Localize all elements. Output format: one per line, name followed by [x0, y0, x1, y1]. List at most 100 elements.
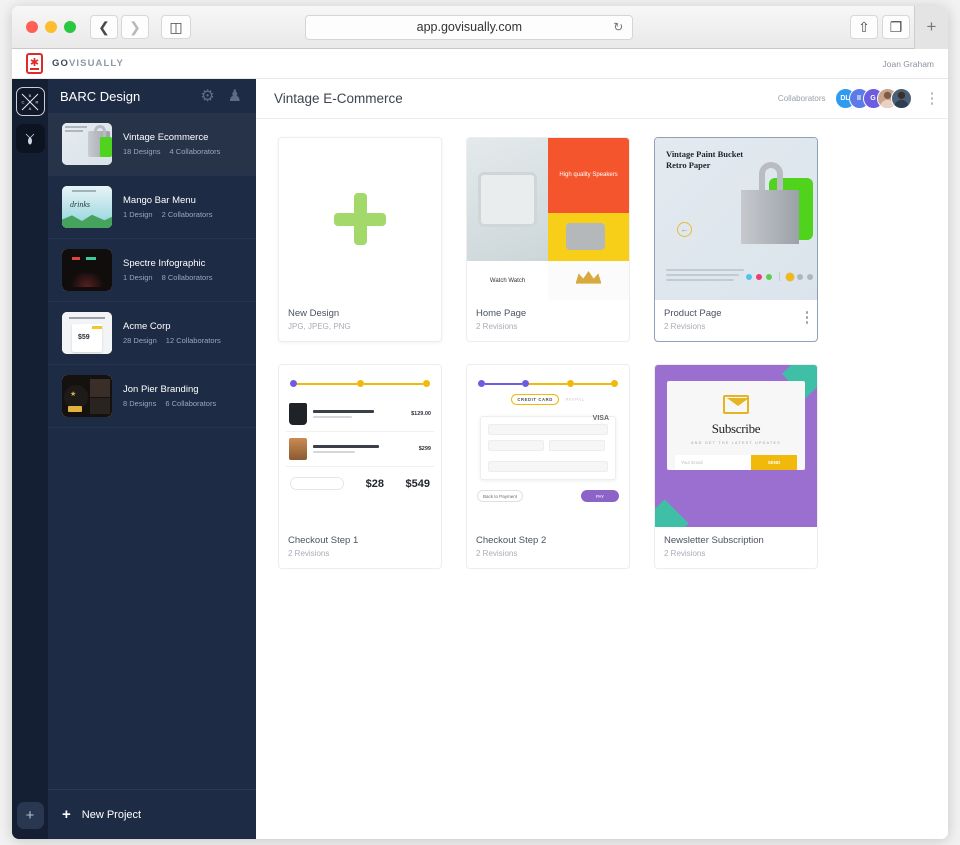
url-text: app.govisually.com [416, 20, 523, 34]
card-thumbnail[interactable]: Subscribe AND GET THE LATEST UPDATES You… [655, 365, 817, 527]
project-thumbnail: drinks [62, 186, 112, 228]
new-design-dropzone[interactable] [279, 138, 441, 300]
project-name: Mango Bar Menu [123, 195, 196, 206]
card-newsletter-subscription[interactable]: Subscribe AND GET THE LATEST UPDATES You… [654, 364, 818, 569]
card-title: Product Page [664, 308, 722, 319]
project-name: Acme Corp [123, 321, 171, 332]
project-thumbnail [62, 249, 112, 291]
project-stats: 28 Design 12 Collaborators [123, 336, 221, 345]
card-footer: Checkout Step 2 2 Revisions [467, 527, 629, 568]
forward-button[interactable]: ❯ [121, 15, 149, 39]
navigation-buttons: ❮ ❯ [90, 15, 149, 39]
project-meta: Spectre Infographic 1 Design 8 Collabora… [123, 258, 212, 282]
art-subscribe-sub: AND GET THE LATEST UPDATES [691, 441, 781, 445]
art-total-a: $28 [365, 478, 384, 490]
main-header: Vintage E-Commerce Collaborators DL II G [256, 79, 948, 119]
workspace-avatar-secondary[interactable] [15, 124, 45, 153]
art-email-input: Your Email [675, 455, 751, 470]
brand-wordmark: GOVISUALLY [52, 58, 124, 69]
collaborator-avatars[interactable]: DL II G [834, 88, 912, 109]
card-footer: Newsletter Subscription 2 Revisions [655, 527, 817, 568]
new-tab-button[interactable]: + [913, 6, 948, 49]
newsletter-artwork: Subscribe AND GET THE LATEST UPDATES You… [655, 365, 817, 527]
project-name: Spectre Infographic [123, 258, 206, 269]
project-thumbnail: ★ [62, 375, 112, 417]
art-line-item: $129.00 [286, 397, 434, 432]
person-icon[interactable]: ♟ [228, 86, 242, 106]
svg-text:B: B [29, 93, 32, 98]
art-checkout-stepper [290, 380, 430, 387]
project-list: Vintage Ecommerce 18 Designs 4 Collabora… [48, 113, 256, 789]
art-back-button: Back to Payment [477, 490, 523, 502]
project-collaborators-count: 12 Collaborators [165, 336, 221, 345]
project-name: Vintage Ecommerce [123, 132, 209, 143]
sidebar-item-jon-pier-branding[interactable]: ★ Jon Pier Branding 8 Designs 6 Collabor… [48, 365, 256, 428]
art-paint-bucket [727, 156, 813, 252]
back-button[interactable]: ❮ [90, 15, 118, 39]
card-thumbnail[interactable]: Vintage Paint Bucket Retro Paper ← [655, 138, 817, 300]
sidebar-toggle-icon[interactable]: ◫ [161, 15, 191, 39]
workspace-avatar-barc[interactable]: B R A C [15, 87, 45, 116]
kebab-menu-icon[interactable] [930, 92, 933, 105]
art-totals: $28 $549 [286, 467, 434, 490]
arrow-left-icon: ← [677, 222, 692, 237]
maximize-window-button[interactable] [64, 21, 76, 33]
project-designs-count: 8 Designs [123, 399, 157, 408]
card-checkout-step-1[interactable]: $129.00 $299 $28 $549 Checkout Step 1 2 … [278, 364, 442, 569]
project-sidebar: BARC Design ⚙ ♟ Vintage Ecommerce 18 Des… [48, 79, 256, 839]
art-color-swatches [745, 272, 813, 281]
project-collaborators-count: 6 Collaborators [165, 399, 217, 408]
art-bag-yellow [548, 212, 629, 262]
deer-emblem-icon [25, 133, 35, 144]
project-meta: Mango Bar Menu 1 Design 2 Collaborators [123, 195, 212, 219]
art-crown [548, 261, 629, 300]
tab-overview-icon[interactable]: ❐ [881, 15, 910, 39]
card-title: Checkout Step 1 [288, 535, 359, 546]
card-thumbnail[interactable]: High quality Speakers Watch Watch [467, 138, 629, 300]
card-footer: Home Page 2 Revisions [467, 300, 629, 341]
address-bar[interactable]: app.govisually.com ↻ [305, 14, 634, 40]
sidebar-item-spectre-infographic[interactable]: Spectre Infographic 1 Design 8 Collabora… [48, 239, 256, 302]
close-window-button[interactable] [26, 21, 38, 33]
card-title: New Design [288, 308, 340, 319]
add-workspace-button[interactable]: + [16, 802, 44, 829]
card-thumbnail[interactable]: CREDIT CARD PAYPAL VISA Back to Payment [467, 365, 629, 527]
card-title: Newsletter Subscription [664, 535, 764, 546]
project-meta: Jon Pier Branding 8 Designs 6 Collaborat… [123, 384, 216, 408]
art-credit-card-tab: CREDIT CARD [511, 394, 559, 405]
project-thumbnail: $59 [62, 312, 112, 354]
browser-chrome: ❮ ❯ ◫ app.govisually.com ↻ ⇧ ❐ + [12, 6, 948, 49]
sidebar-item-acme-corp[interactable]: $59 Acme Corp 28 Design 12 Collaborators [48, 302, 256, 365]
window-controls [26, 21, 76, 33]
current-user-name[interactable]: Joan Graham [883, 59, 935, 69]
sidebar-item-vintage-ecommerce[interactable]: Vintage Ecommerce 18 Designs 4 Collabora… [48, 113, 256, 176]
brand-go: GO [52, 58, 69, 69]
app-top-bar: ✱ GOVISUALLY Joan Graham [12, 49, 948, 79]
svg-text:R: R [36, 99, 39, 104]
card-new-design[interactable]: New Design JPG, JPEG, PNG [278, 137, 442, 342]
card-checkout-step-2[interactable]: CREDIT CARD PAYPAL VISA Back to Payment [466, 364, 630, 569]
share-icon[interactable]: ⇧ [849, 15, 878, 39]
app-body: B R A C + BARC Design ⚙ ♟ Vintage Ecomme… [12, 79, 948, 839]
card-subtitle: 2 Revisions [664, 322, 706, 331]
minimize-window-button[interactable] [45, 21, 57, 33]
art-card-form [480, 416, 616, 480]
art-subscribe-heading: Subscribe [711, 421, 761, 436]
new-project-button[interactable]: + New Project [48, 789, 256, 839]
project-collaborators-count: 4 Collaborators [169, 147, 221, 156]
project-designs-count: 1 Design [123, 210, 153, 219]
sidebar-item-mango-bar-menu[interactable]: drinks Mango Bar Menu 1 Design 2 Collabo… [48, 176, 256, 239]
gear-icon[interactable]: ⚙ [200, 86, 214, 106]
card-thumbnail[interactable]: $129.00 $299 $28 $549 [279, 365, 441, 527]
project-meta: Acme Corp 28 Design 12 Collaborators [123, 321, 221, 345]
design-grid: New Design JPG, JPEG, PNG High quality S… [256, 119, 948, 839]
project-designs-count: 28 Design [123, 336, 157, 345]
reload-icon[interactable]: ↻ [613, 20, 623, 34]
checkout2-artwork: CREDIT CARD PAYPAL VISA Back to Payment [467, 365, 629, 527]
card-product-page[interactable]: Vintage Paint Bucket Retro Paper ← Produ… [654, 137, 818, 342]
avatar-photo[interactable] [890, 88, 912, 109]
card-home-page[interactable]: High quality Speakers Watch Watch Home P… [466, 137, 630, 342]
art-line-item-price: $299 [418, 446, 431, 452]
art-total-b: $549 [405, 478, 430, 490]
kebab-menu-icon[interactable] [805, 308, 808, 324]
